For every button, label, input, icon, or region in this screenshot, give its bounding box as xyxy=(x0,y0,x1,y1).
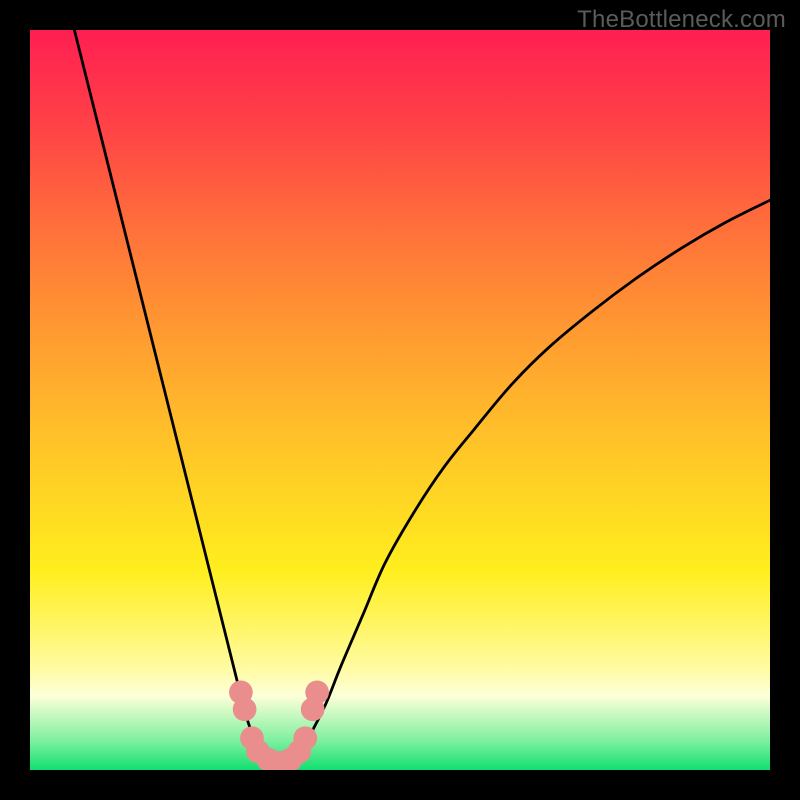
cluster-marker xyxy=(293,726,317,750)
curve-right xyxy=(282,200,770,770)
plot-area xyxy=(30,30,770,770)
cluster-marker xyxy=(233,697,257,721)
chart-stage: TheBottleneck.com xyxy=(0,0,800,800)
cluster-marker xyxy=(305,680,329,704)
curve-left xyxy=(74,30,281,770)
curve-layer xyxy=(30,30,770,770)
